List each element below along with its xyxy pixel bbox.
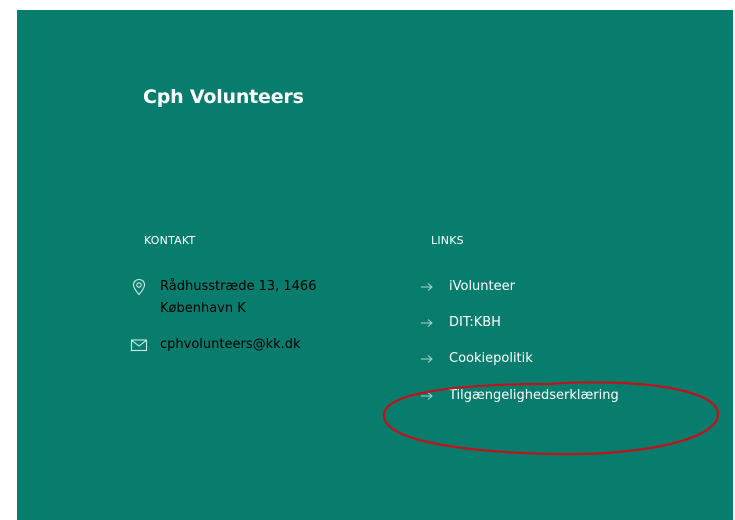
envelope-icon xyxy=(130,339,148,352)
email-link[interactable]: cphvolunteers@kk.dk xyxy=(160,334,301,356)
site-footer: Cph Volunteers KONTAKT LINKS xyxy=(17,10,733,520)
location-pin-icon xyxy=(132,278,146,296)
address-line-1: Rådhusstræde 13, 1466 xyxy=(160,279,317,294)
links-section-title: LINKS xyxy=(431,234,464,247)
link-label[interactable]: Tilgængelighedserklæring xyxy=(449,385,619,407)
contact-section-title: KONTAKT xyxy=(144,234,196,247)
arrow-right-icon xyxy=(421,319,433,327)
arrow-right-icon xyxy=(421,355,433,363)
footer-brand-name: Cph Volunteers xyxy=(143,86,304,108)
address-line-2: København K xyxy=(160,301,246,316)
link-label[interactable]: iVolunteer xyxy=(449,276,515,298)
link-label[interactable]: DIT:KBH xyxy=(449,312,501,334)
address-text: Rådhusstræde 13, 1466 København K xyxy=(160,276,316,320)
link-label[interactable]: Cookiepolitik xyxy=(449,348,533,370)
arrow-right-icon xyxy=(421,283,433,291)
arrow-right-icon xyxy=(421,392,433,400)
